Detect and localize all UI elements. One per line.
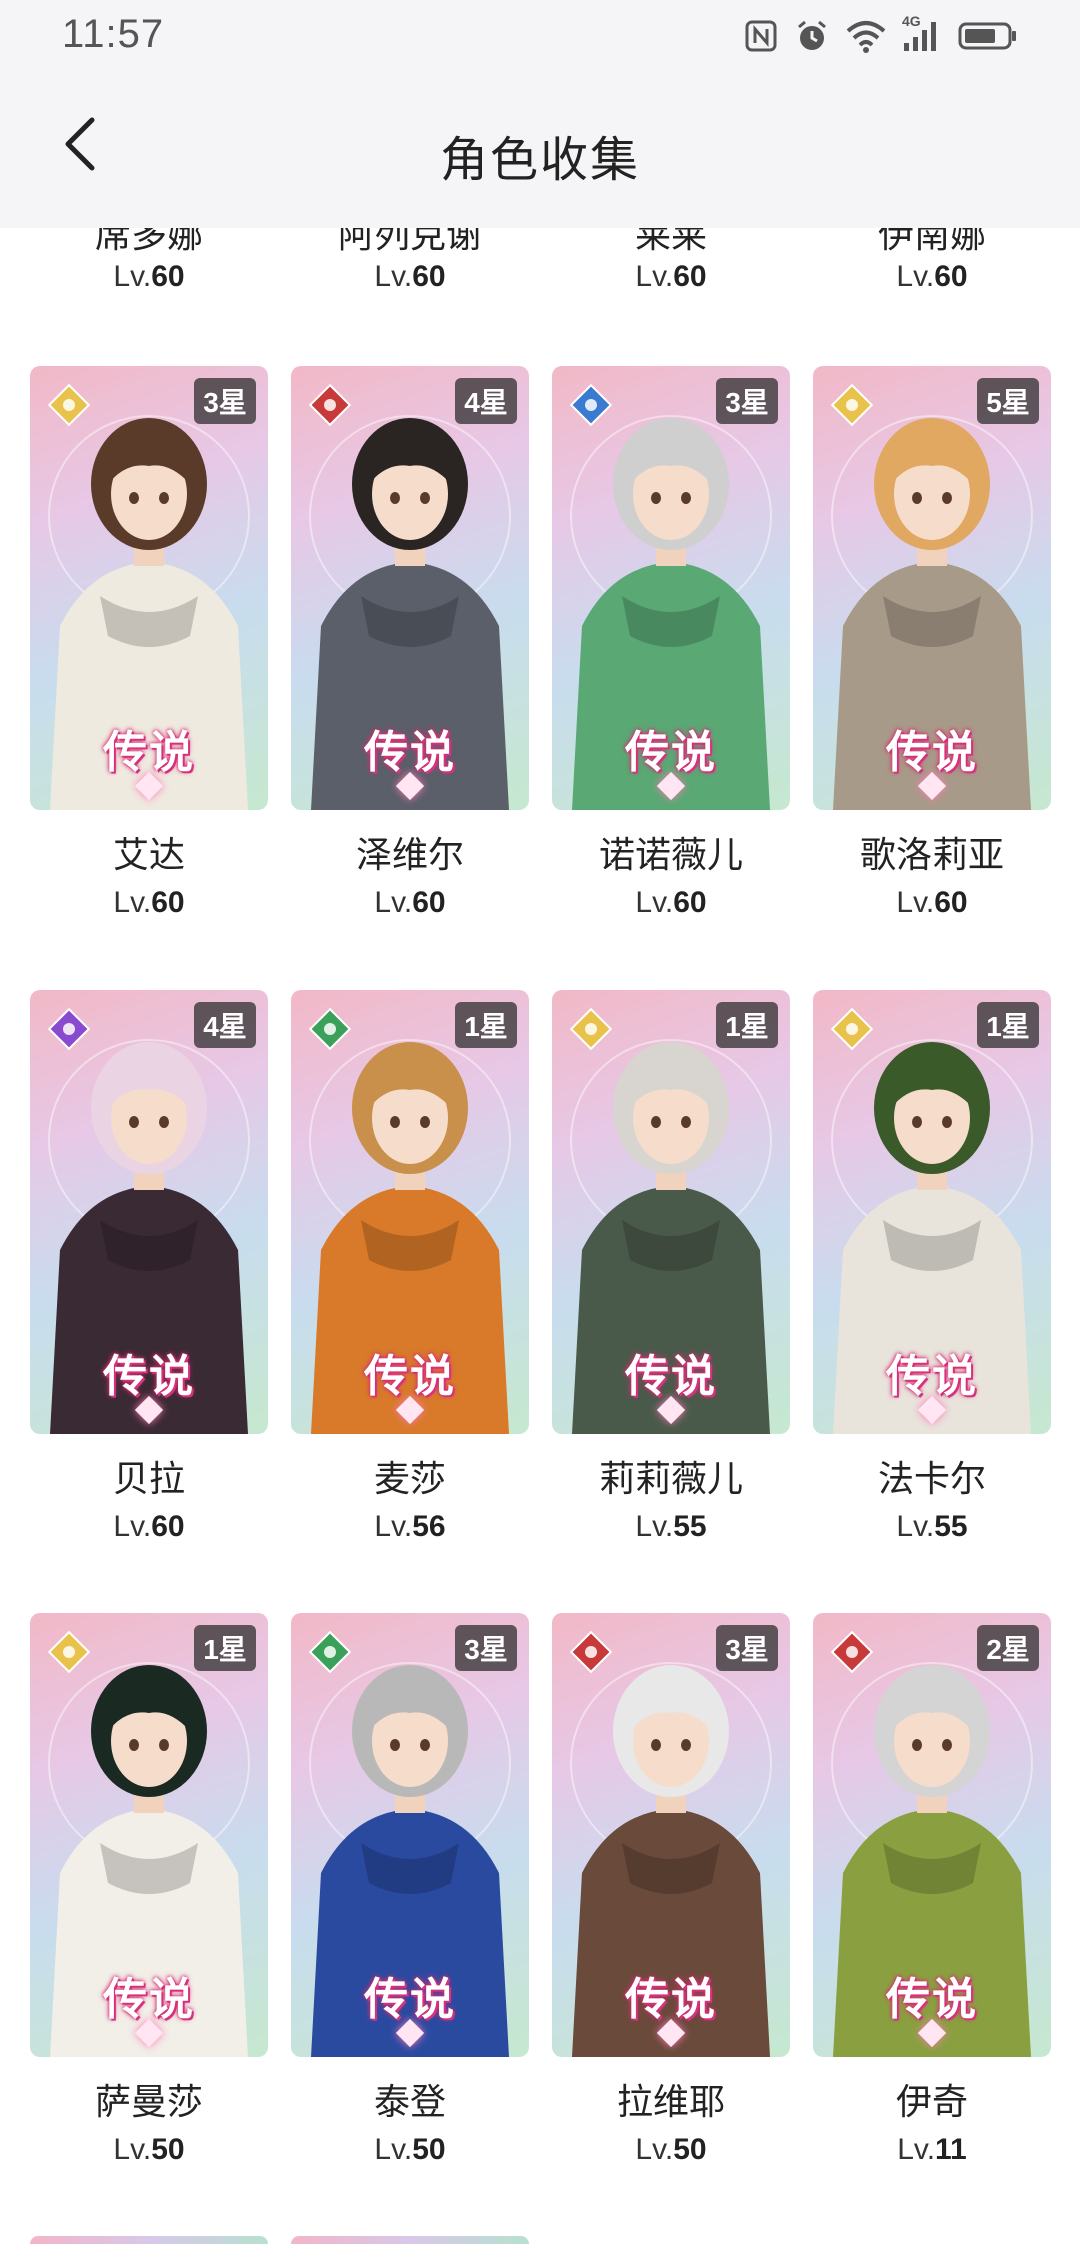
rarity-label: 传说	[364, 728, 456, 777]
star-badge: 3星	[716, 378, 778, 424]
char-level: Lv.60	[635, 260, 707, 293]
network-type: 4G	[902, 13, 921, 29]
character-card[interactable]: 4星传说	[291, 366, 529, 810]
light-icon	[827, 1004, 877, 1054]
char-level: Lv.11	[897, 2133, 967, 2166]
ice-icon	[566, 380, 616, 430]
char-level: Lv.56	[374, 1510, 446, 1543]
rarity-label: 传说	[625, 1352, 717, 1401]
alarm-icon	[794, 18, 830, 54]
character-card[interactable]: 1星传说	[30, 1613, 268, 2057]
star-badge: 3星	[716, 1625, 778, 1671]
char-level: Lv.55	[896, 1510, 968, 1543]
header: 角色收集	[0, 80, 1080, 228]
char-level: Lv.60	[374, 260, 446, 293]
char-level: Lv.60	[896, 260, 968, 293]
char-name: 拉维耶	[616, 2081, 725, 2122]
char-name: 诺诺薇儿	[598, 834, 743, 875]
star-badge: 4星	[194, 1002, 256, 1048]
star-badge: 4星	[455, 378, 517, 424]
rarity-label: 传说	[103, 728, 195, 777]
rarity-label: 传说	[625, 728, 717, 777]
star-badge: 5星	[977, 378, 1039, 424]
rarity-label: 传说	[103, 1352, 195, 1401]
page-title: 角色收集	[439, 134, 640, 187]
character-card[interactable]: 4星传说	[30, 990, 268, 1434]
char-level: Lv.60	[374, 886, 446, 919]
char-name: 萨曼莎	[94, 2081, 203, 2122]
char-name: 艾达	[112, 834, 185, 875]
char-level: Lv.60	[635, 886, 707, 919]
character-card[interactable]: 1星传说	[552, 990, 790, 1434]
char-level: Lv.50	[374, 2133, 446, 2166]
char-name: 麦莎	[373, 1458, 446, 1499]
char-level: Lv.60	[113, 1510, 185, 1543]
star-badge: 1星	[455, 1002, 517, 1048]
character-card[interactable]: 1星传说	[291, 990, 529, 1434]
fire-icon	[305, 380, 355, 430]
light-icon	[566, 1004, 616, 1054]
char-name: 莉莉薇儿	[598, 1458, 743, 1499]
char-level: Lv.50	[113, 2133, 185, 2166]
character-card[interactable]: 3星传说	[291, 1613, 529, 2057]
char-name: 歌洛莉亚	[859, 834, 1004, 875]
char-name: 法卡尔	[877, 1458, 986, 1499]
star-badge: 3星	[455, 1625, 517, 1671]
status-bar: 11:57 4G	[0, 0, 1080, 80]
character-card-partial[interactable]	[30, 2236, 268, 2244]
star-badge: 2星	[977, 1625, 1039, 1671]
light-icon	[827, 380, 877, 430]
wind-icon	[305, 1004, 355, 1054]
battery-icon	[958, 19, 1018, 53]
char-level: Lv.60	[113, 260, 185, 293]
rarity-label: 传说	[625, 1975, 717, 2024]
character-card-partial[interactable]	[291, 2236, 529, 2244]
nfc-icon	[744, 19, 778, 53]
light-icon	[44, 380, 94, 430]
fire-icon	[566, 1627, 616, 1677]
character-card[interactable]: 1星传说	[813, 990, 1051, 1434]
char-level: Lv.50	[635, 2133, 707, 2166]
status-icons: 4G	[744, 13, 1018, 56]
wifi-icon	[846, 19, 886, 53]
char-level: Lv.60	[113, 886, 185, 919]
wind-icon	[305, 1627, 355, 1677]
character-card[interactable]: 3星传说	[552, 1613, 790, 2057]
status-time: 11:57	[62, 12, 165, 56]
rarity-label: 传说	[886, 728, 978, 777]
char-level: Lv.60	[896, 886, 968, 919]
rarity-label: 传说	[886, 1352, 978, 1401]
character-grid: 席多娜 Lv.60 阿列克谢 Lv.60 莱莱 Lv.60 伊南娜 Lv.60 …	[0, 0, 1080, 2244]
char-name: 贝拉	[112, 1458, 185, 1499]
star-badge: 1星	[194, 1625, 256, 1671]
rarity-label: 传说	[364, 1975, 456, 2024]
character-card[interactable]: 3星传说	[552, 366, 790, 810]
star-badge: 1星	[716, 1002, 778, 1048]
rarity-label: 传说	[103, 1975, 195, 2024]
fire-icon	[827, 1627, 877, 1677]
light-icon	[44, 1627, 94, 1677]
character-card[interactable]: 3星传说	[30, 366, 268, 810]
char-name: 泰登	[373, 2081, 446, 2122]
rarity-label: 传说	[886, 1975, 978, 2024]
char-name: 泽维尔	[355, 834, 464, 875]
star-badge: 1星	[977, 1002, 1039, 1048]
character-card[interactable]: 2星传说	[813, 1613, 1051, 2057]
char-name: 伊奇	[895, 2081, 968, 2122]
dark-icon	[44, 1004, 94, 1054]
char-level: Lv.55	[635, 1510, 707, 1543]
rarity-label: 传说	[364, 1352, 456, 1401]
star-badge: 3星	[194, 378, 256, 424]
signal-icon: 4G	[902, 13, 942, 53]
character-card[interactable]: 5星传说	[813, 366, 1051, 810]
